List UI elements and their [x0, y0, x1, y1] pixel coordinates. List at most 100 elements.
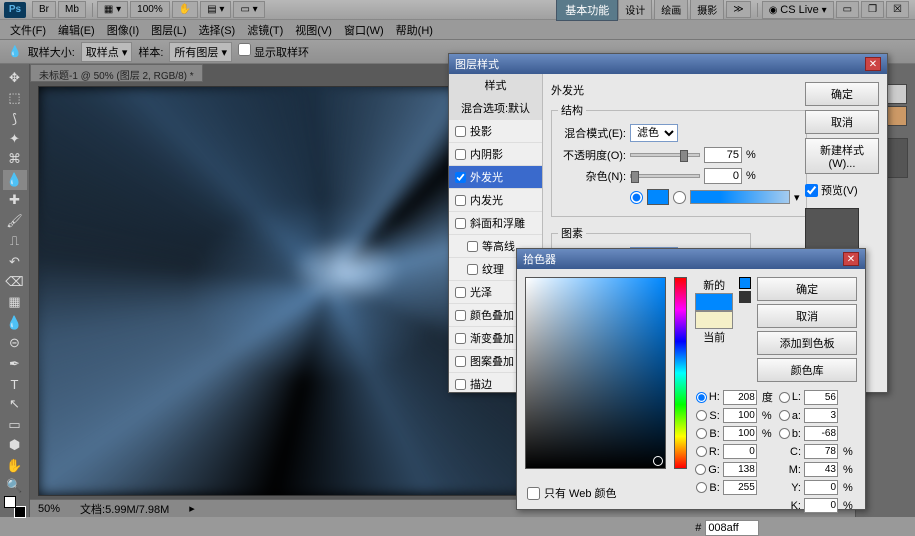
l-field[interactable] [804, 390, 838, 405]
path-tool[interactable]: ↖ [3, 395, 27, 414]
opacity-slider[interactable] [630, 153, 700, 157]
blur-tool[interactable]: 💧 [3, 313, 27, 332]
c-field[interactable] [804, 444, 838, 459]
warning-cube-icon[interactable] [739, 277, 751, 289]
blab-radio[interactable] [779, 428, 790, 439]
style-checkbox[interactable] [455, 379, 466, 390]
picker-cancel-button[interactable]: 取消 [757, 304, 857, 328]
k-field[interactable] [804, 498, 838, 513]
minibridge-btn[interactable]: Mb [58, 1, 86, 18]
style-checkbox[interactable] [455, 310, 466, 321]
blab-field[interactable] [804, 426, 838, 441]
style-checkbox[interactable] [455, 172, 466, 183]
arrange-docs-btn[interactable]: ▤ ▾ [200, 1, 231, 18]
workspace-photo[interactable]: 摄影 [690, 0, 724, 20]
bch-field[interactable] [723, 480, 757, 495]
close-icon[interactable]: ✕ [865, 57, 881, 71]
s-radio[interactable] [696, 410, 707, 421]
sample-size-dd[interactable]: 取样点 ▾ [81, 42, 133, 62]
hue-slider[interactable] [674, 277, 688, 469]
style-checkbox[interactable] [455, 287, 466, 298]
style-item[interactable]: 外发光 [449, 166, 542, 189]
glow-color-swatch[interactable] [647, 189, 669, 205]
heal-tool[interactable]: ✚ [3, 191, 27, 210]
sample-layers-dd[interactable]: 所有图层 ▾ [169, 42, 232, 62]
noise-field[interactable] [704, 168, 742, 184]
h-field[interactable] [723, 390, 757, 405]
a-field[interactable] [804, 408, 838, 423]
crop-tool[interactable]: ⌘ [3, 150, 27, 169]
menu-item[interactable]: 帮助(H) [390, 20, 439, 40]
window-close-btn[interactable]: ☒ [886, 1, 909, 18]
g-radio[interactable] [695, 464, 706, 475]
picker-ok-button[interactable]: 确定 [757, 277, 857, 301]
styles-header[interactable]: 样式 [449, 74, 542, 97]
color-radio[interactable] [630, 191, 643, 204]
menu-item[interactable]: 图层(L) [145, 20, 192, 40]
color-field[interactable] [525, 277, 666, 469]
workspace-paint[interactable]: 绘画 [654, 0, 688, 20]
shape-tool[interactable]: ▭ [3, 415, 27, 434]
blend-options-item[interactable]: 混合选项:默认 [449, 97, 542, 120]
menu-item[interactable]: 视图(V) [289, 20, 338, 40]
hex-field[interactable] [705, 520, 759, 536]
style-checkbox[interactable] [467, 241, 478, 252]
bval-radio[interactable] [696, 428, 707, 439]
zoom-tool[interactable]: 🔍 [3, 476, 27, 495]
eyedropper-tool[interactable]: 💧 [3, 170, 27, 189]
color-picker-titlebar[interactable]: 拾色器 ✕ [517, 249, 865, 269]
document-tab[interactable]: 未标题-1 @ 50% (图层 2, RGB/8) * [30, 64, 203, 82]
wand-tool[interactable]: ✦ [3, 129, 27, 148]
blend-mode-dd[interactable]: 滤色 [630, 124, 678, 142]
bridge-btn[interactable]: Br [32, 1, 56, 18]
r-radio[interactable] [696, 446, 707, 457]
close-icon[interactable]: ✕ [843, 252, 859, 266]
view-extras-btn[interactable]: ▦ ▾ [97, 1, 128, 18]
3d-tool[interactable]: ⬢ [3, 436, 27, 455]
style-item[interactable]: 斜面和浮雕 [449, 212, 542, 235]
type-tool[interactable]: T [3, 374, 27, 393]
hand-tool-btn[interactable]: ✋ [172, 1, 198, 18]
style-item[interactable]: 内阴影 [449, 143, 542, 166]
brush-tool[interactable]: 🖌 [3, 211, 27, 230]
lasso-tool[interactable]: ⟆ [3, 109, 27, 128]
cslive-btn[interactable]: ◉ CS Live ▾ [762, 1, 834, 19]
menu-item[interactable]: 编辑(E) [52, 20, 101, 40]
menu-item[interactable]: 图像(I) [101, 20, 145, 40]
style-item[interactable]: 内发光 [449, 189, 542, 212]
h-radio[interactable] [696, 392, 707, 403]
s-field[interactable] [723, 408, 757, 423]
style-checkbox[interactable] [455, 195, 466, 206]
fg-bg-colors[interactable] [3, 497, 27, 517]
show-ring-check[interactable]: 显示取样环 [238, 43, 309, 60]
window-restore-btn[interactable]: ❐ [861, 1, 884, 18]
m-field[interactable] [804, 462, 838, 477]
style-checkbox[interactable] [455, 149, 466, 160]
menu-item[interactable]: 文件(F) [4, 20, 52, 40]
style-item[interactable]: 投影 [449, 120, 542, 143]
workspace-essential[interactable]: 基本功能 [556, 0, 618, 21]
style-checkbox[interactable] [455, 126, 466, 137]
workspace-more[interactable]: ≫ [726, 1, 750, 18]
dodge-tool[interactable]: ⊝ [3, 333, 27, 352]
bval-field[interactable] [723, 426, 757, 441]
pen-tool[interactable]: ✒ [3, 354, 27, 373]
move-tool[interactable]: ✥ [3, 68, 27, 87]
y-field[interactable] [804, 480, 838, 495]
new-style-button[interactable]: 新建样式(W)... [805, 138, 879, 174]
l-radio[interactable] [779, 392, 790, 403]
gradient-tool[interactable]: ▦ [3, 293, 27, 312]
g-field[interactable] [723, 462, 757, 477]
gradient-radio[interactable] [673, 191, 686, 204]
stamp-tool[interactable]: ⎍ [3, 231, 27, 250]
web-only-check[interactable]: 只有 Web 颜色 [527, 485, 617, 501]
eraser-tool[interactable]: ⌫ [3, 272, 27, 291]
style-checkbox[interactable] [467, 264, 478, 275]
bch-radio[interactable] [696, 482, 707, 493]
color-lib-button[interactable]: 颜色库 [757, 358, 857, 382]
zoom-level-dd[interactable]: 100% [130, 1, 170, 18]
hand-tool[interactable]: ✋ [3, 456, 27, 475]
a-radio[interactable] [779, 410, 790, 421]
menu-item[interactable]: 滤镜(T) [241, 20, 289, 40]
marquee-tool[interactable]: ⬚ [3, 88, 27, 107]
